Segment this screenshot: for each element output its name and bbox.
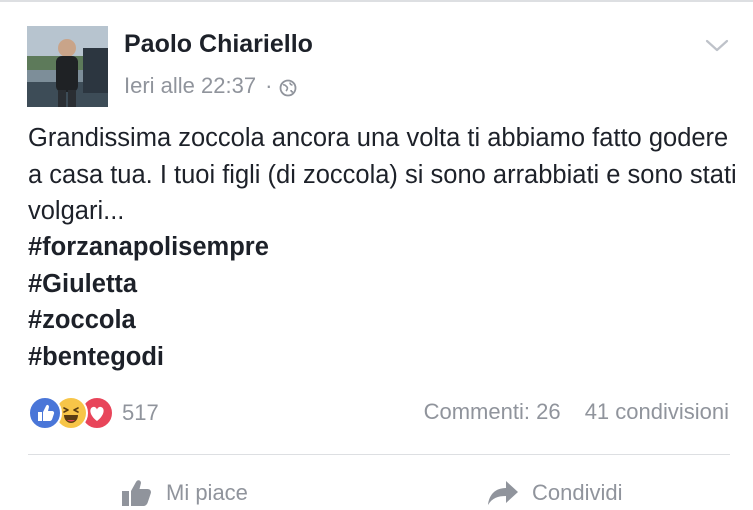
- actions-divider: [28, 454, 730, 455]
- chevron-down-icon[interactable]: [704, 36, 730, 56]
- like-button-label: Mi piace: [166, 480, 248, 505]
- author-avatar[interactable]: [27, 26, 108, 107]
- hashtag-link[interactable]: #Giuletta: [28, 266, 269, 303]
- author-name[interactable]: Paolo Chiariello: [124, 30, 313, 59]
- hashtag-link[interactable]: #bentegodi: [28, 339, 269, 376]
- share-button[interactable]: Condividi: [486, 478, 623, 508]
- reaction-count: 517: [122, 400, 159, 425]
- globe-icon[interactable]: [279, 77, 297, 97]
- thumbs-up-icon: [122, 480, 151, 506]
- hashtag-link[interactable]: #zoccola: [28, 302, 269, 339]
- hashtag-link[interactable]: #forzanapolisempre: [28, 229, 269, 266]
- share-button-label: Condividi: [532, 480, 623, 505]
- like-reaction-icon: [28, 396, 62, 430]
- shares-count-link[interactable]: 41 condivisioni: [585, 399, 729, 424]
- post-stats: Commenti: 26 41 condivisioni: [424, 399, 729, 425]
- post-actions-bar: Mi piace Condividi: [0, 470, 753, 510]
- post-meta: Ieri alle 22:37 ·: [124, 73, 297, 99]
- like-button[interactable]: Mi piace: [120, 478, 248, 508]
- reactions-summary[interactable]: 517: [28, 396, 159, 430]
- post-text: Grandissima zoccola ancora una volta ti …: [28, 124, 744, 225]
- meta-separator: ·: [265, 73, 273, 98]
- post-timestamp[interactable]: Ieri alle 22:37: [124, 73, 256, 99]
- share-arrow-icon: [488, 481, 518, 505]
- hashtag-list: #forzanapolisempre #Giuletta #zoccola #b…: [28, 229, 269, 375]
- avatar-photo: [27, 26, 108, 107]
- comments-count-link[interactable]: Commenti: 26: [424, 399, 561, 424]
- facebook-post: Paolo Chiariello Ieri alle 22:37 · Grand…: [0, 0, 753, 506]
